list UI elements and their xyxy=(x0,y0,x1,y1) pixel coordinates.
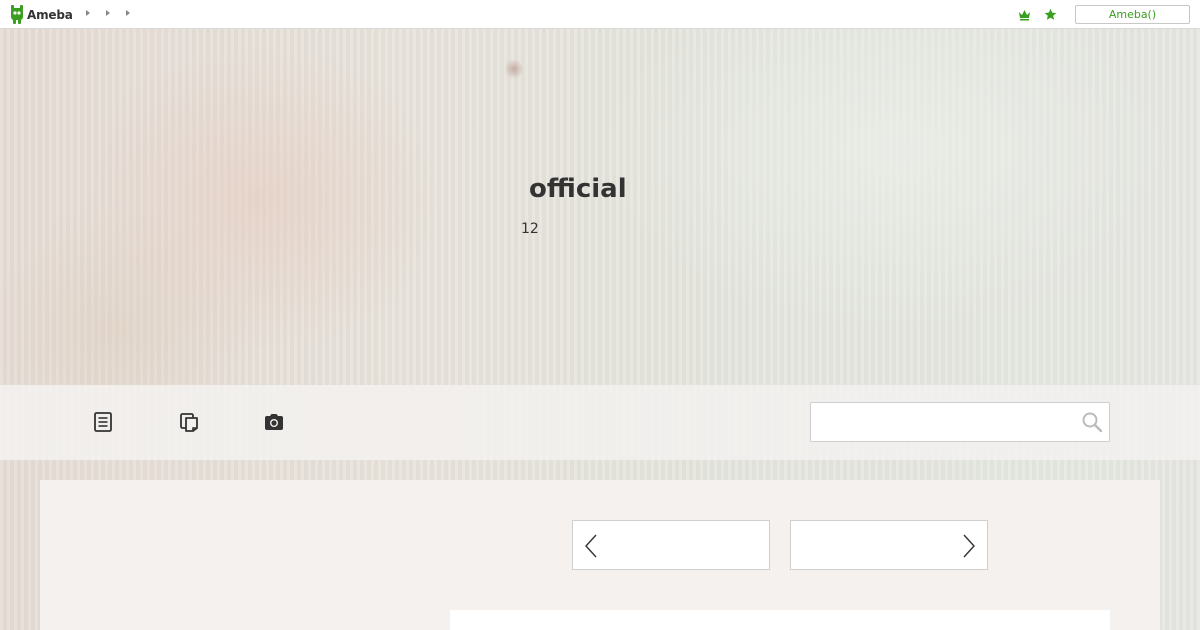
login-button[interactable]: Ameba() xyxy=(1075,5,1190,24)
search-icon[interactable] xyxy=(1081,411,1103,433)
article-card xyxy=(450,610,1110,630)
theme-pages-icon[interactable] xyxy=(178,411,200,433)
breadcrumb-arrow-icon[interactable] xyxy=(126,10,130,16)
blog-subtitle: 12 xyxy=(521,221,539,237)
prev-entry-button[interactable] xyxy=(572,520,770,570)
blog-nav xyxy=(0,385,1200,460)
main-content xyxy=(40,480,1160,630)
chevron-left-icon xyxy=(585,534,597,558)
camera-icon[interactable] xyxy=(263,411,285,433)
next-entry-button[interactable] xyxy=(790,520,988,570)
top-bar: Ameba Ameba() xyxy=(0,0,1200,29)
chevron-right-icon xyxy=(963,534,975,558)
star-icon[interactable] xyxy=(1044,8,1057,21)
crown-icon[interactable] xyxy=(1018,8,1031,21)
article-list-icon[interactable] xyxy=(92,411,114,433)
blog-title[interactable]: official xyxy=(529,174,627,204)
ameba-mascot-icon xyxy=(11,5,23,24)
logo-text: Ameba xyxy=(27,7,73,22)
search-box xyxy=(810,402,1110,442)
search-input[interactable] xyxy=(811,403,1071,441)
breadcrumb-arrow-icon[interactable] xyxy=(106,10,110,16)
ameba-logo[interactable]: Ameba xyxy=(10,5,73,24)
background-detail xyxy=(505,58,523,80)
breadcrumb-arrow-icon[interactable] xyxy=(86,10,90,16)
